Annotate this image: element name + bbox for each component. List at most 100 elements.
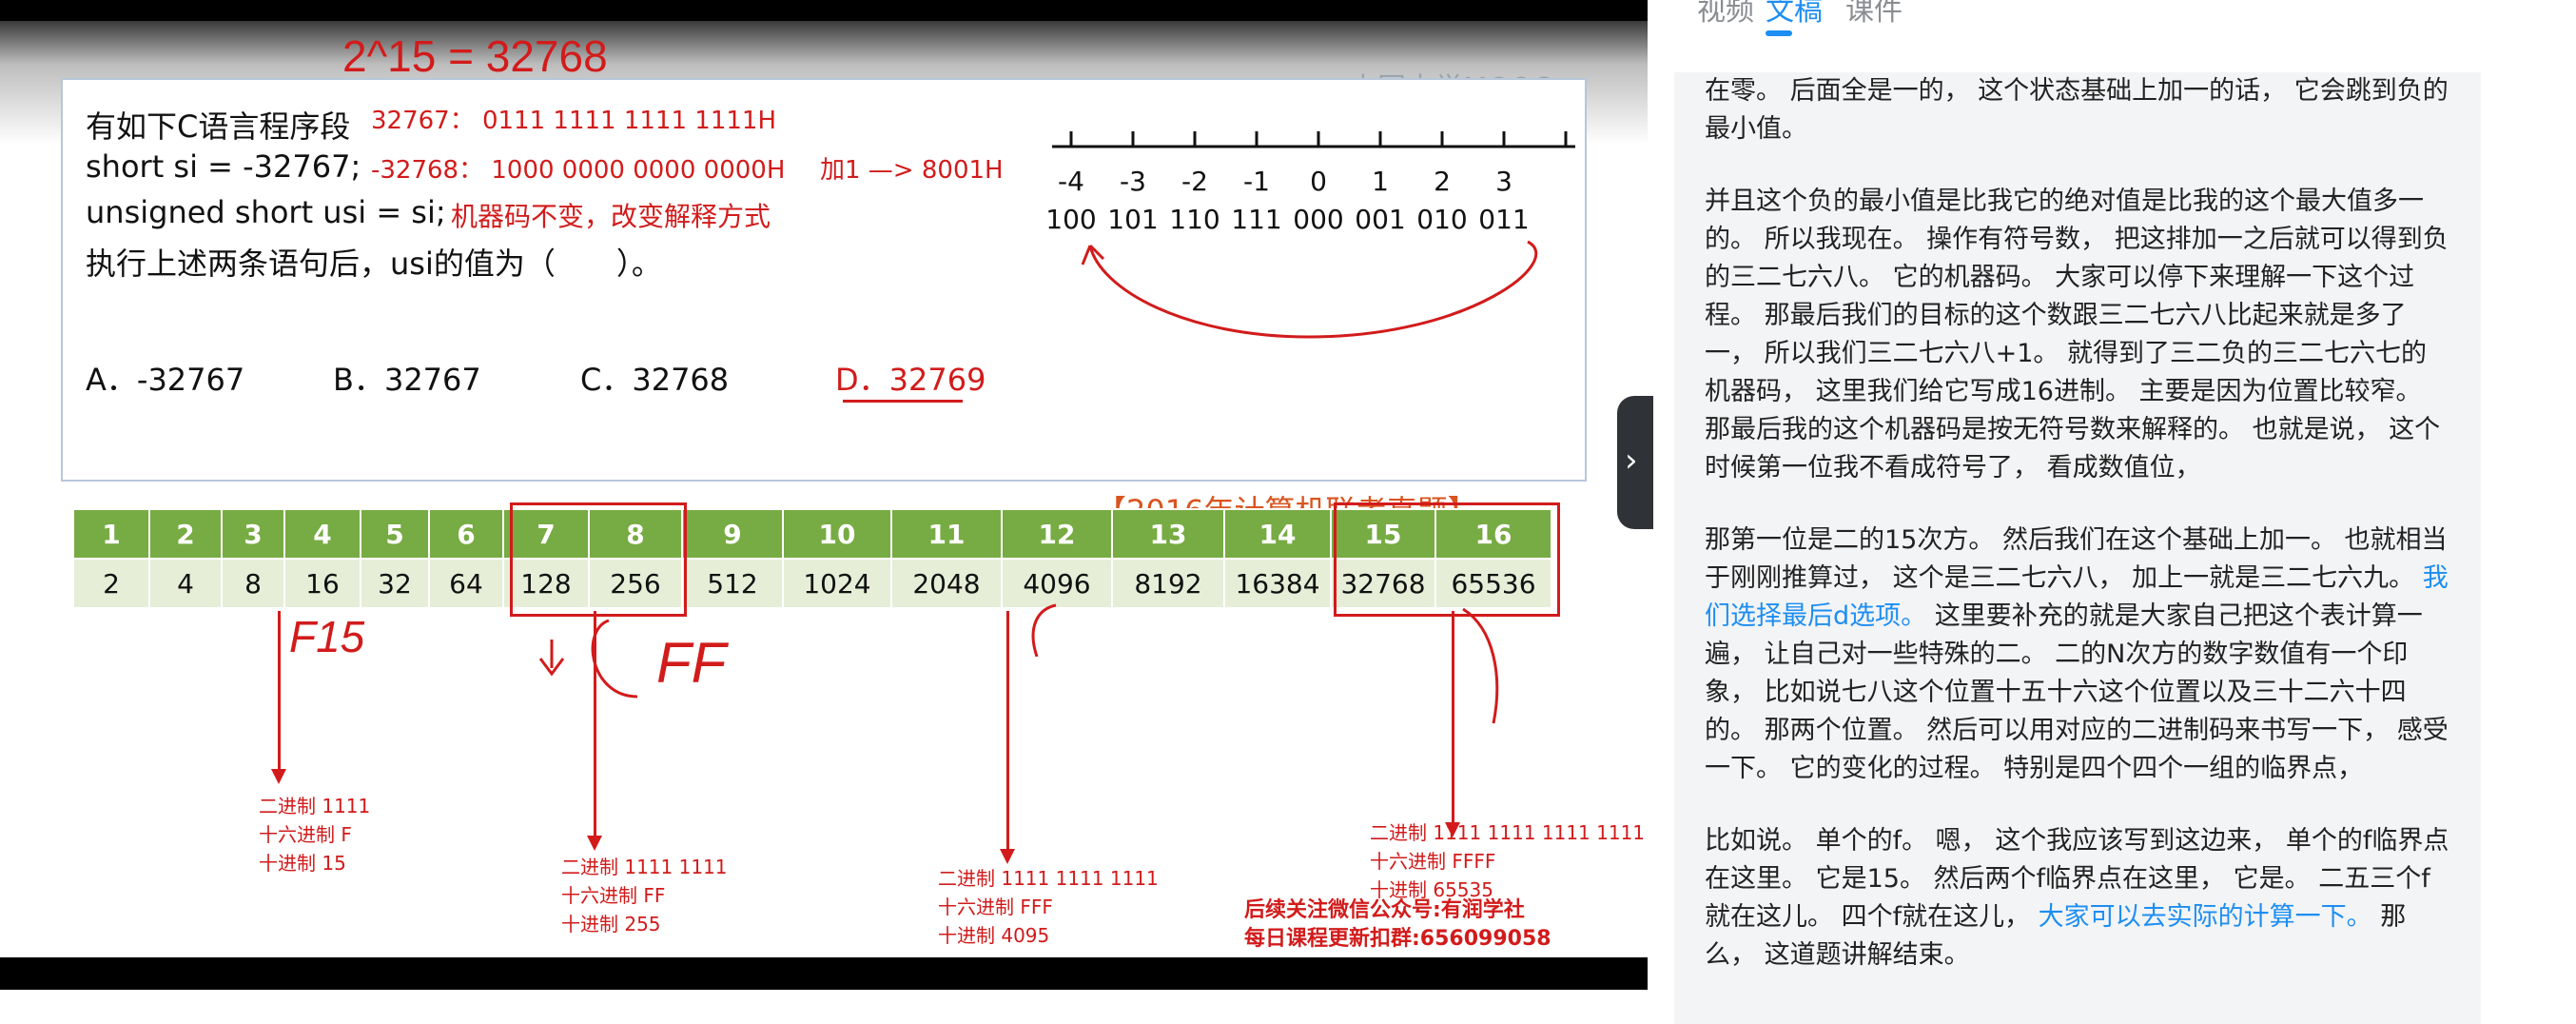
power-cell: 11 xyxy=(890,508,1003,560)
power-cell: 2 xyxy=(148,508,223,560)
handwriting-tick xyxy=(1031,603,1057,657)
power-cell: 6 xyxy=(428,508,504,560)
value-cell: 2048 xyxy=(890,558,1003,609)
annotation-line: 十六进制 F xyxy=(259,823,352,846)
transcript-highlight[interactable]: 大家可以去实际的计算一下。 xyxy=(2039,902,2372,932)
question-line-2: short si = -32767; xyxy=(86,148,361,185)
annotation-line: 十六进制 FFF xyxy=(938,896,1053,918)
arrowhead-1 xyxy=(271,769,286,784)
tab-transcript[interactable]: 文稿 xyxy=(1766,0,1823,29)
value-cell: 16384 xyxy=(1223,558,1332,609)
tab-courseware[interactable]: 课件 xyxy=(1845,0,1903,29)
note-add1: 加1 —> 8001H xyxy=(820,156,1004,185)
value-cell: 1024 xyxy=(782,558,892,609)
transcript-text: 并且这个负的最小值是比我它的绝对值是比我的这个最大值多一的。 所以我现在。 操作… xyxy=(1705,187,2449,482)
value-cell: 64 xyxy=(428,558,504,609)
value-cell: 4 xyxy=(148,558,223,609)
power-cell: 12 xyxy=(1001,508,1113,560)
side-panel: 视频 文稿 课件 在零。 后面全是一的， 这个状态基础上加一的话， 它会跳到负的… xyxy=(1674,0,2576,1024)
number-line-binary: 001 xyxy=(1355,204,1406,235)
transcript-text: 那第一位是二的15次方。 然后我们在这个基础上加一。 也就相当于刚刚推算过， 这… xyxy=(1705,525,2448,593)
number-line-label: -1 xyxy=(1243,166,1270,197)
number-line-label: -4 xyxy=(1058,166,1084,197)
lecture-slide: 2^15 = 32768 中国大学MOOC 有如下C语言程序段 short si… xyxy=(0,21,1648,957)
slide-footer: 后续关注微信公众号:有润学社 每日课程更新扣群:656099058 xyxy=(1244,896,1551,954)
arrow-to-note-1 xyxy=(278,611,281,773)
number-line-binary: 110 xyxy=(1169,204,1220,235)
annotation-4095: 二进制 1111 1111 1111 十六进制 FFF 十进制 4095 xyxy=(938,864,1159,950)
number-line-label: -3 xyxy=(1120,166,1146,197)
number-line-axis xyxy=(1052,131,1575,148)
active-tab-indicator xyxy=(1766,30,1792,36)
annotation-line: 十进制 15 xyxy=(259,852,346,875)
handwriting-ff: FF xyxy=(656,631,727,695)
annotation-line: 二进制 1111 1111 1111 xyxy=(938,867,1159,890)
video-player[interactable]: 2^15 = 32768 中国大学MOOC 有如下C语言程序段 short si… xyxy=(0,0,1648,990)
value-cell: 32 xyxy=(360,558,430,609)
transcript-content[interactable]: 在零。 后面全是一的， 这个状态基础上加一的话， 它会跳到负的最小值。并且这个负… xyxy=(1674,72,2481,1024)
number-line-binary: 101 xyxy=(1107,204,1159,235)
note-machine-code: 机器码不变，改变解释方式 xyxy=(451,201,771,232)
value-cell: 2 xyxy=(72,558,150,609)
handwriting-power-15: 2^15 = 32768 xyxy=(342,31,608,81)
transcript-text: 在零。 后面全是一的， 这个状态基础上加一的话， 它会跳到负的最小值。 xyxy=(1705,76,2449,144)
arrow-to-note-2 xyxy=(594,611,596,839)
number-line-label: 2 xyxy=(1434,166,1451,197)
note-32767: 32767： 0111 1111 1111 1111H xyxy=(371,107,776,135)
annotation-65535: 二进制 1111 1111 1111 1111 十六进制 FFFF 十进制 65… xyxy=(1370,818,1645,904)
footer-wechat: 后续关注微信公众号:有润学社 xyxy=(1244,898,1525,922)
number-line-label: 3 xyxy=(1495,166,1512,197)
annotation-line: 十进制 4095 xyxy=(938,924,1050,947)
wraparound-arrow xyxy=(1081,240,1538,339)
transcript-paragraph: 在零。 后面全是一的， 这个状态基础上加一的话， 它会跳到负的最小值。 xyxy=(1674,72,2481,148)
footer-qq-group: 每日课程更新扣群:656099058 xyxy=(1244,927,1551,951)
number-line-binary: 011 xyxy=(1478,204,1530,235)
question-line-1: 有如下C语言程序段 xyxy=(86,108,351,145)
number-line-label: 1 xyxy=(1372,166,1389,197)
question-box: 有如下C语言程序段 short si = -32767; unsigned sh… xyxy=(61,78,1587,529)
power-cell: 10 xyxy=(782,508,892,560)
arrowhead-2 xyxy=(587,836,602,851)
annotation-line: 十进制 255 xyxy=(561,913,661,935)
tab-video[interactable]: 视频 xyxy=(1697,0,1754,29)
option-b: B．32767 xyxy=(333,362,481,398)
power-cell: 14 xyxy=(1223,508,1332,560)
annotation-255: 二进制 1111 1111 十六进制 FF 十进制 255 xyxy=(561,853,728,938)
annotation-line: 二进制 1111 xyxy=(259,795,371,817)
arrow-to-note-4 xyxy=(1452,611,1454,826)
power-row: 1 2 3 4 5 6 7 8 9 10 11 12 13 14 15 16 xyxy=(72,508,1552,560)
transcript-paragraph: 那第一位是二的15次方。 然后我们在这个基础上加一。 也就相当于刚刚推算过， 这… xyxy=(1674,522,2481,788)
option-d-underline xyxy=(843,400,963,403)
highlight-box-15-16 xyxy=(1334,502,1560,617)
annotation-line: 二进制 1111 1111 xyxy=(561,856,728,878)
annotation-line: 十六进制 FFFF xyxy=(1370,850,1496,873)
chevron-right-icon: › xyxy=(1625,442,1638,480)
note-neg32768: -32768： 1000 0000 0000 0000H xyxy=(371,156,786,185)
power-cell: 5 xyxy=(360,508,430,560)
option-a: A．-32767 xyxy=(86,362,245,398)
panel-toggle-button[interactable]: › xyxy=(1617,396,1653,529)
annotation-line: 二进制 1111 1111 1111 1111 xyxy=(1370,821,1646,844)
panel-tabs: 视频 文稿 课件 xyxy=(1674,0,2576,48)
handwriting-hook xyxy=(538,619,638,699)
option-d: D．32769 xyxy=(835,362,986,398)
value-cell: 512 xyxy=(681,558,784,609)
question-line-4: 执行上述两条语句后，usi的值为（ ）。 xyxy=(86,246,662,282)
power-cell: 3 xyxy=(221,508,285,560)
number-line-binary: 100 xyxy=(1045,204,1097,235)
power-cell: 4 xyxy=(283,508,361,560)
handwriting-f15: F15 xyxy=(289,612,365,661)
power-of-two-table: 1 2 3 4 5 6 7 8 9 10 11 12 13 14 15 16 2… xyxy=(72,508,1552,609)
power-cell: 9 xyxy=(681,508,784,560)
annotation-line: 十六进制 FF xyxy=(561,884,666,907)
value-row: 2 4 8 16 32 64 128 256 512 1024 2048 409… xyxy=(72,558,1552,609)
power-cell: 13 xyxy=(1111,508,1225,560)
number-line-binary: 010 xyxy=(1416,204,1468,235)
transcript-paragraph: 并且这个负的最小值是比我它的绝对值是比我的这个最大值多一的。 所以我现在。 操作… xyxy=(1674,183,2481,487)
annotation-15: 二进制 1111 十六进制 F 十进制 15 xyxy=(259,792,370,877)
handwriting-curl xyxy=(1462,607,1499,724)
arrow-to-note-3 xyxy=(1006,611,1009,853)
highlight-box-7-8 xyxy=(510,502,687,617)
question-line-3: unsigned short usi = si; xyxy=(86,194,446,230)
power-cell: 1 xyxy=(72,508,150,560)
